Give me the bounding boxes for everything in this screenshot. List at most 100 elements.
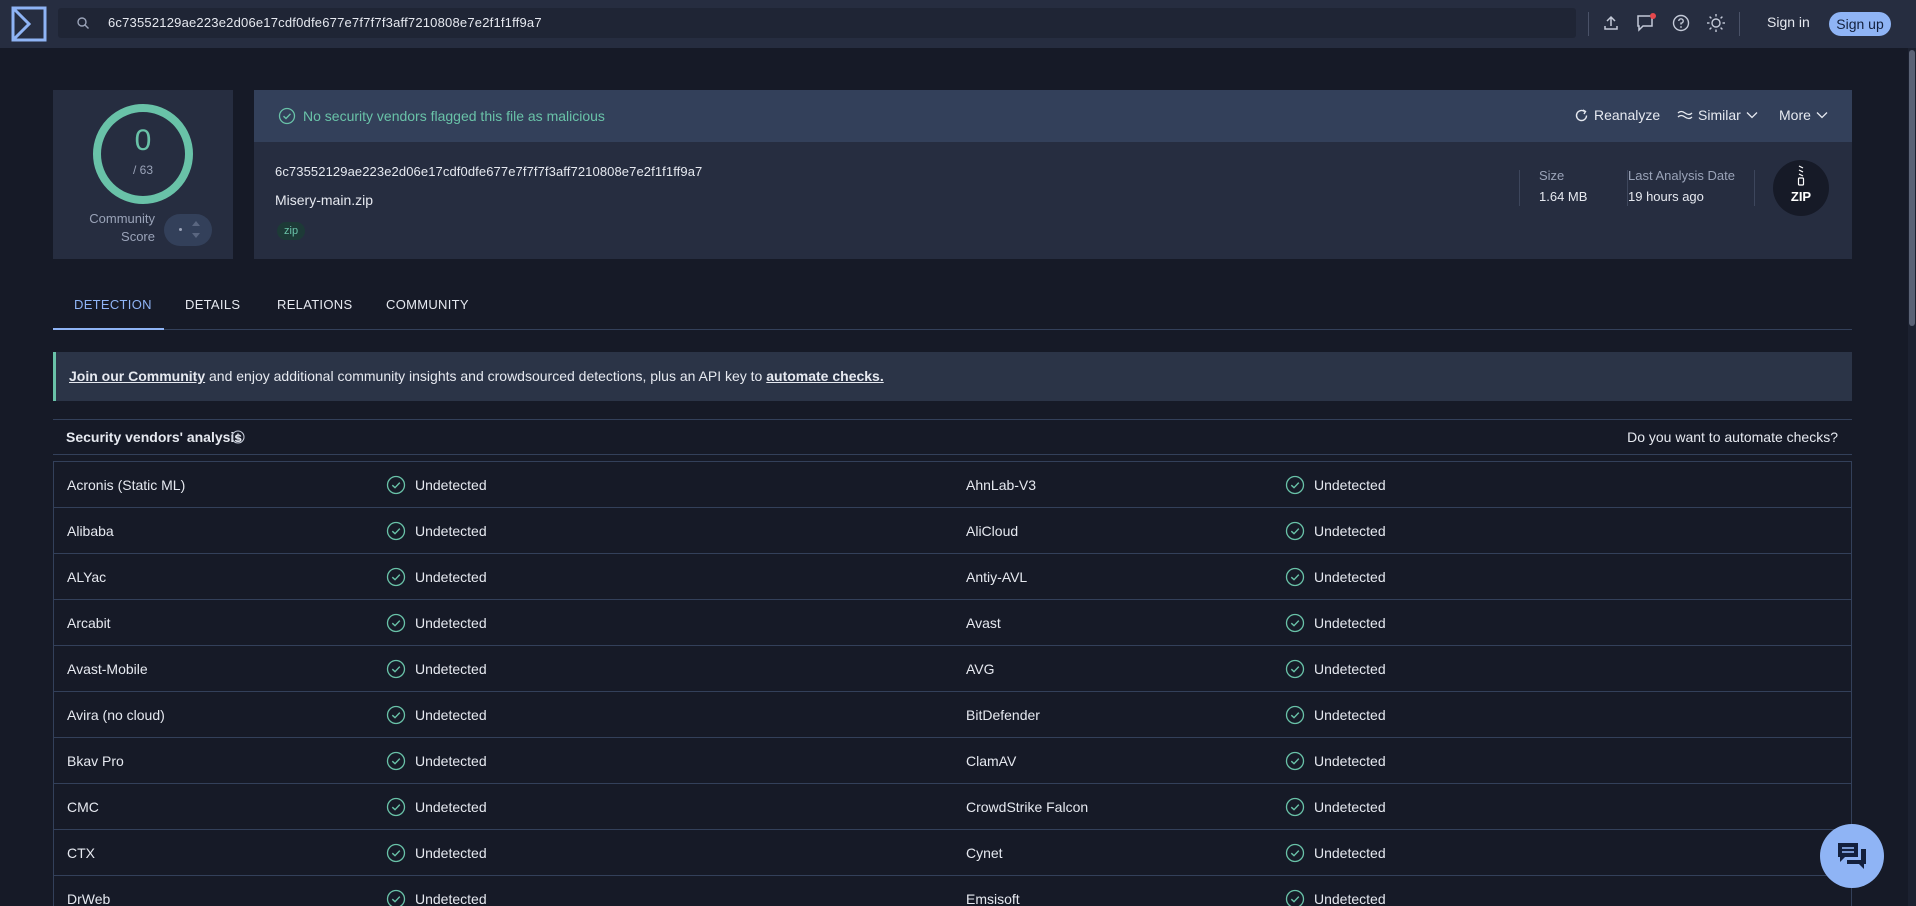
check-circle-icon <box>386 843 406 863</box>
check-circle-icon <box>1285 751 1305 771</box>
search-input[interactable]: 6c73552129ae223e2d06e17cdf0dfe677e7f7f7f… <box>108 15 542 30</box>
divider <box>1754 170 1755 206</box>
divider <box>1519 170 1520 206</box>
help-icon[interactable] <box>1670 12 1692 34</box>
upload-icon[interactable] <box>1600 12 1622 34</box>
active-tab-indicator <box>53 328 164 330</box>
check-circle-icon <box>386 659 406 679</box>
detection-score-card: 0 / 63 Community Score <box>53 90 233 259</box>
automate-checks-link[interactable]: automate checks. <box>766 368 884 384</box>
file-tag[interactable]: zip <box>277 222 306 240</box>
community-score-vote[interactable] <box>164 214 212 246</box>
community-banner: Join our Community and enjoy additional … <box>53 352 1852 401</box>
search-bar[interactable]: 6c73552129ae223e2d06e17cdf0dfe677e7f7f7f… <box>58 8 1576 38</box>
tab-relations[interactable]: RELATIONS <box>277 297 352 312</box>
vendor-name: Cynet <box>966 845 1003 861</box>
vendor-status: Undetected <box>415 707 487 723</box>
vendor-status: Undetected <box>415 891 487 906</box>
vendor-name: CTX <box>67 845 95 861</box>
file-type-label: ZIP <box>1790 189 1812 204</box>
vendor-row: Avast-Mobile Undetected AVG Undetected <box>54 646 1851 692</box>
last-analysis-value: 19 hours ago <box>1628 189 1704 204</box>
similar-label: Similar <box>1698 107 1741 123</box>
check-circle-icon <box>386 751 406 771</box>
vendor-status: Undetected <box>415 661 487 677</box>
join-community-link[interactable]: Join our Community <box>69 368 205 384</box>
vendor-status: Undetected <box>1314 523 1386 539</box>
vendor-status: Undetected <box>1314 845 1386 861</box>
vendor-row: DrWeb Undetected Emsisoft Undetected <box>54 876 1851 906</box>
info-icon[interactable] <box>231 430 245 444</box>
vendor-name: Antiy-AVL <box>966 569 1028 585</box>
detection-count: 0 <box>134 124 152 157</box>
vendor-status: Undetected <box>1314 477 1386 493</box>
vote-up-icon[interactable] <box>192 221 200 226</box>
vendor-status: Undetected <box>415 615 487 631</box>
vendor-status: Undetected <box>1314 661 1386 677</box>
vendor-row: Avira (no cloud) Undetected BitDefender Und… <box>54 692 1851 738</box>
check-circle-icon <box>386 613 406 633</box>
chat-icon <box>1838 843 1866 869</box>
sign-up-button[interactable]: Sign up <box>1829 12 1891 36</box>
verdict-message: No security vendors flagged this file as… <box>303 108 605 124</box>
check-circle-icon <box>386 797 406 817</box>
file-name: Misery-main.zip <box>275 192 374 208</box>
vendor-name: Arcabit <box>67 615 111 631</box>
size-value: 1.64 MB <box>1539 189 1588 204</box>
vendor-status: Undetected <box>415 845 487 861</box>
vendor-status: Undetected <box>1314 799 1386 815</box>
vendors-header: Security vendors' analysis Do you want t… <box>53 419 1852 455</box>
tab-detection[interactable]: DETECTION <box>74 297 152 312</box>
banner-text: Join our Community and enjoy additional … <box>69 368 884 384</box>
check-circle-icon <box>386 889 406 906</box>
vendor-row: ALYac Undetected Antiy-AVL Undetected <box>54 554 1851 600</box>
vendor-name: BitDefender <box>966 707 1040 723</box>
scrollbar-thumb[interactable] <box>1909 50 1915 326</box>
vendor-status: Undetected <box>1314 891 1386 906</box>
check-circle-icon <box>278 107 296 125</box>
vendor-row: Alibaba Undetected AliCloud Undetected <box>54 508 1851 554</box>
vendor-row: CMC Undetected CrowdStrike Falcon Undetecte… <box>54 784 1851 830</box>
check-circle-icon <box>1285 613 1305 633</box>
more-label: More <box>1779 107 1811 123</box>
vendor-name: Acronis (Static ML) <box>67 477 186 493</box>
virustotal-logo-icon[interactable] <box>10 5 48 43</box>
vendor-status: Undetected <box>1314 569 1386 585</box>
theme-icon[interactable] <box>1705 12 1727 34</box>
more-dropdown[interactable]: More <box>1779 107 1828 123</box>
vendor-name: AhnLab-V3 <box>966 477 1037 493</box>
similar-dropdown[interactable]: Similar <box>1677 107 1758 123</box>
check-circle-icon <box>386 705 406 725</box>
vendor-status: Undetected <box>1314 707 1386 723</box>
vendors-table: Acronis (Static ML) Undetected AhnLab-V3 Un… <box>53 461 1852 906</box>
file-hash[interactable]: 6c73552129ae223e2d06e17cdf0dfe677e7f7f7f… <box>275 164 702 179</box>
vendor-name: DrWeb <box>67 891 111 906</box>
notifications-icon[interactable] <box>1635 12 1657 34</box>
vendor-status: Undetected <box>1314 753 1386 769</box>
sign-in-link[interactable]: Sign in <box>1767 14 1810 30</box>
vendor-name: Emsisoft <box>966 891 1020 906</box>
vendor-name: Alibaba <box>67 523 114 539</box>
divider <box>1739 12 1740 36</box>
vendor-status: Undetected <box>415 799 487 815</box>
vendors-title: Security vendors' analysis <box>66 429 243 445</box>
reanalyze-button[interactable]: Reanalyze <box>1574 107 1660 123</box>
banner-message: and enjoy additional community insights … <box>205 368 767 384</box>
vendor-name: Bkav Pro <box>67 753 124 769</box>
vendor-name: Avira (no cloud) <box>67 707 165 723</box>
tab-bar: DETECTION DETAILS RELATIONS COMMUNITY <box>53 284 1852 330</box>
vendor-status: Undetected <box>1314 615 1386 631</box>
automate-checks-link[interactable]: Do you want to automate checks? <box>1627 429 1838 445</box>
tab-details[interactable]: DETAILS <box>185 297 240 312</box>
verdict-header: No security vendors flagged this file as… <box>254 90 1852 142</box>
check-circle-icon <box>1285 705 1305 725</box>
check-circle-icon <box>1285 659 1305 679</box>
chat-button[interactable] <box>1820 824 1884 888</box>
tab-community[interactable]: COMMUNITY <box>386 297 469 312</box>
last-analysis-label: Last Analysis Date <box>1628 168 1735 183</box>
file-type-badge: ZIP <box>1773 160 1829 216</box>
vendor-name: AVG <box>966 661 995 677</box>
check-circle-icon <box>1285 521 1305 541</box>
search-icon <box>77 17 89 29</box>
vote-down-icon[interactable] <box>192 233 200 238</box>
